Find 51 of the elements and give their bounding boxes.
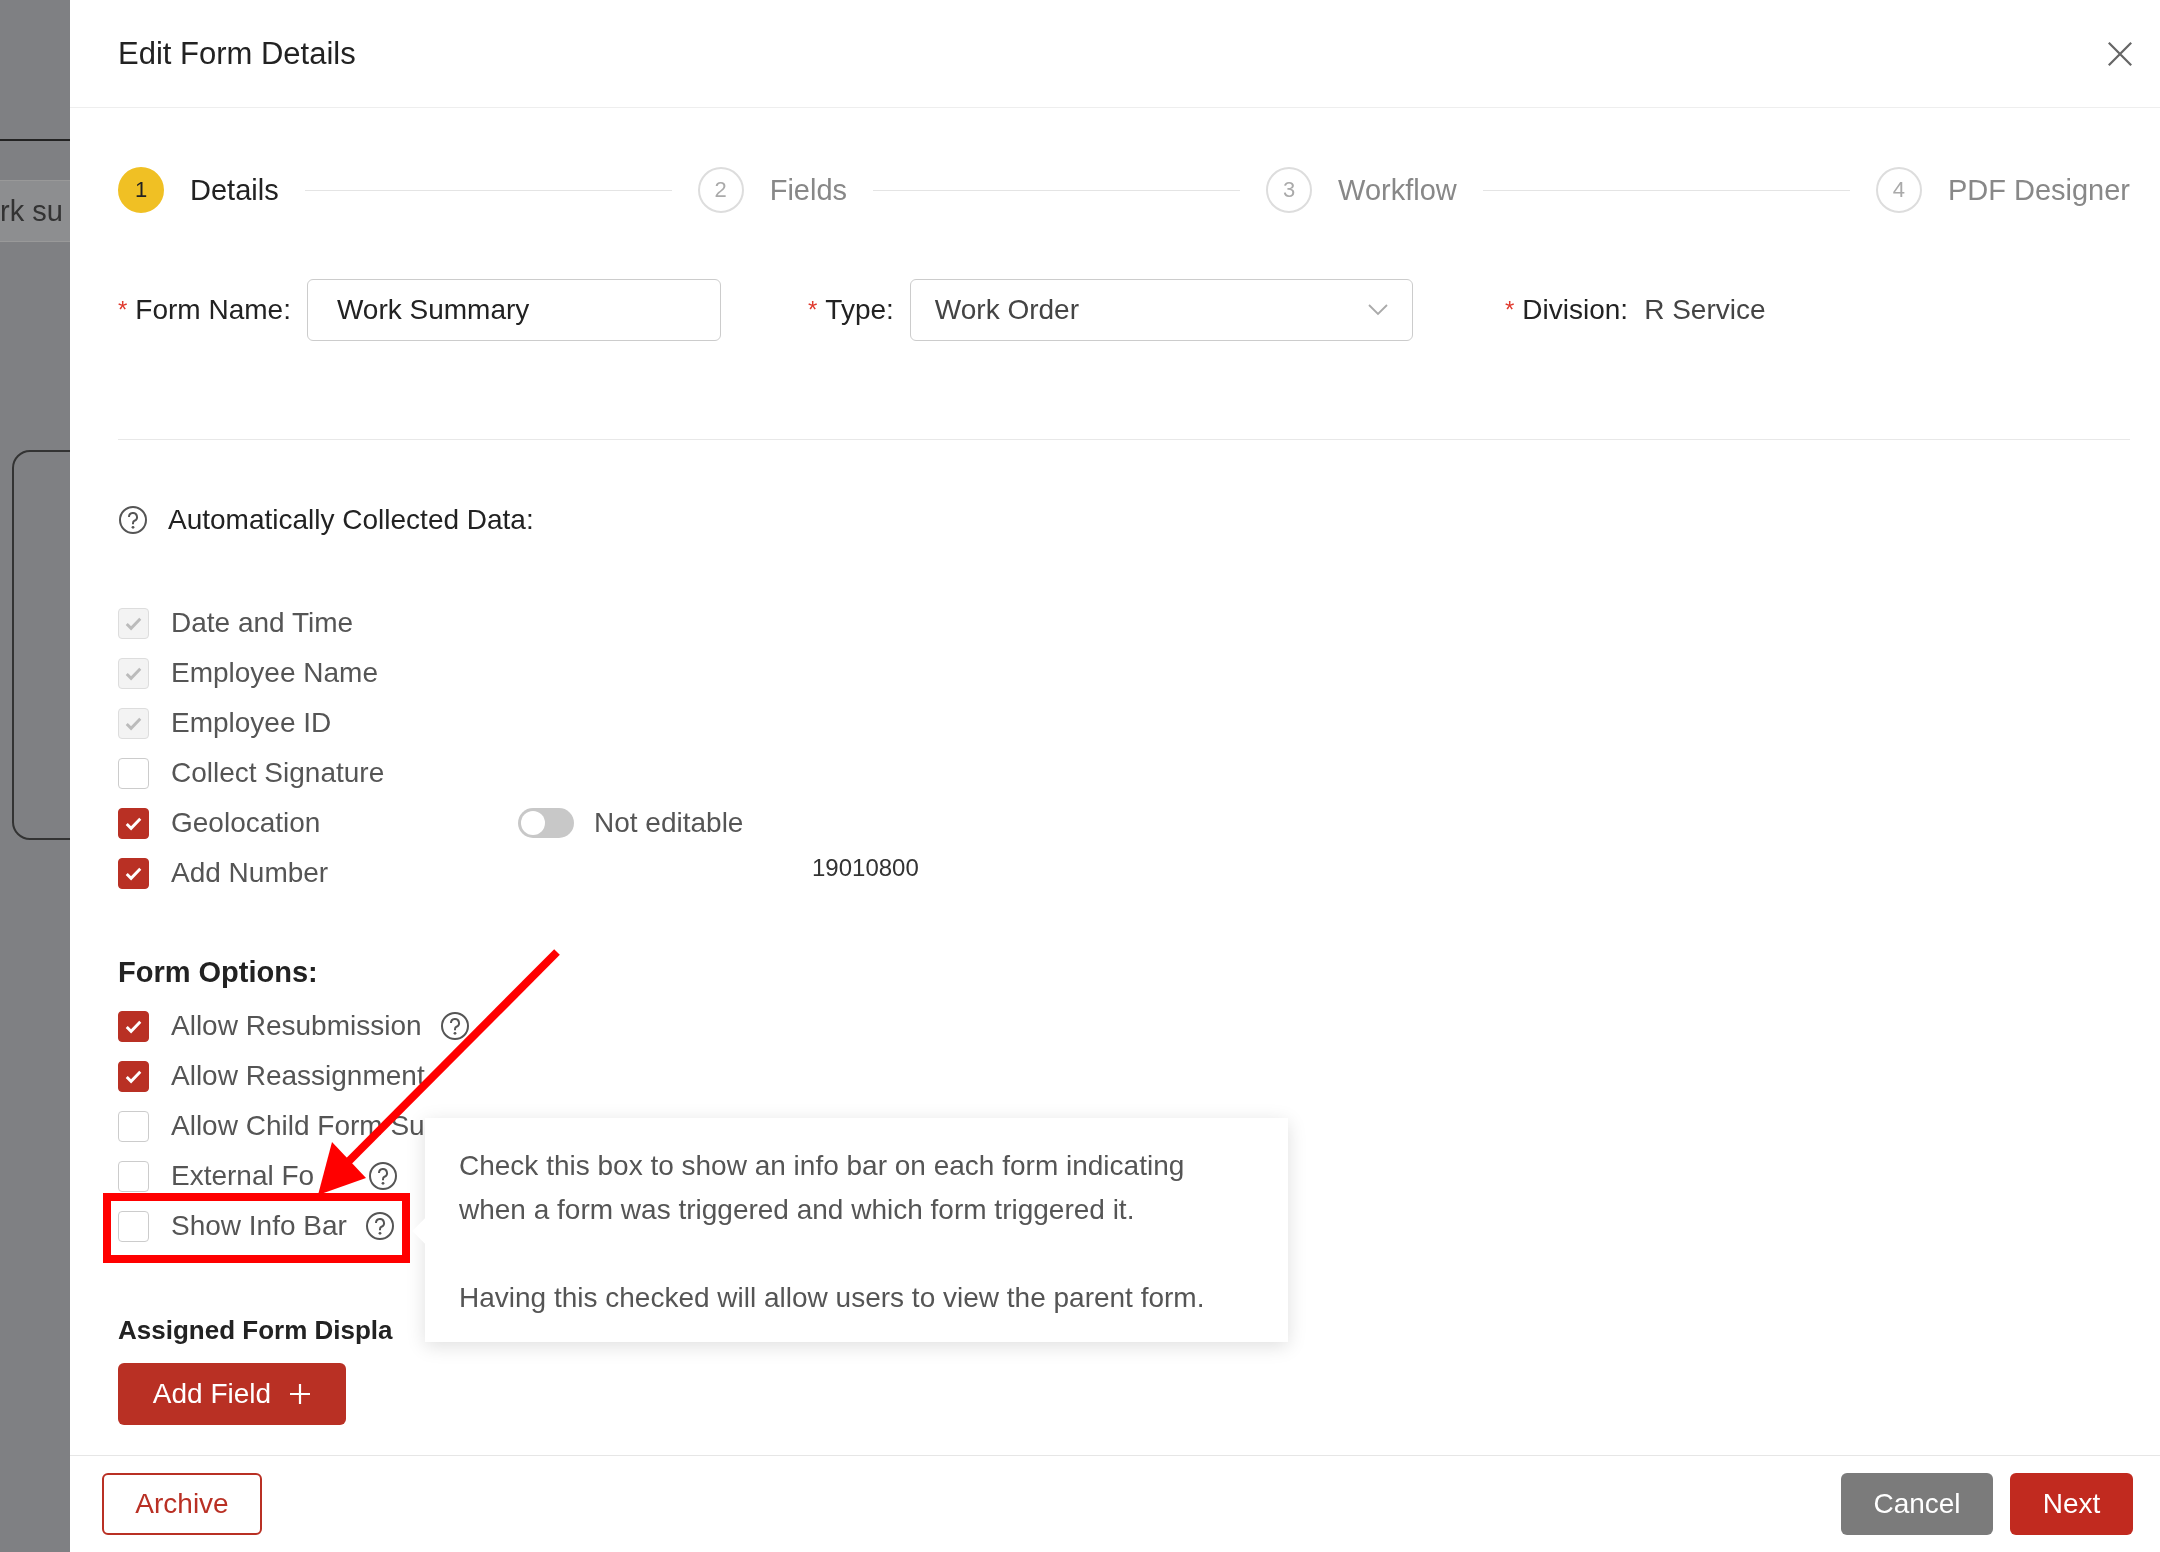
field-label: Type: [825,294,894,326]
checkbox-label: Date and Time [171,607,354,639]
step-number: 1 [118,167,164,213]
checkbox-label: Add Number [171,857,329,889]
archive-button[interactable]: Archive [102,1473,262,1535]
checkbox[interactable] [118,1010,149,1042]
checkbox-label: Allow Resubmission [171,1010,422,1042]
checkbox-label: Employee ID [171,707,332,739]
field-label: Division: [1522,294,1629,326]
help-icon[interactable] [118,505,148,535]
toggle-label: Not editable [594,807,744,839]
step-number: 4 [1875,167,1922,213]
close-icon[interactable] [2106,39,2134,68]
tooltip-text: Check this box to show an info bar on each form indicating when a form was triggered and which form triggered it. [459,1149,1186,1227]
tooltip-text: Having this checked will allow users to view the parent form. [459,1281,1206,1315]
toggle-switch[interactable] [518,808,574,838]
checkbox-label: Show Info Bar [171,1210,347,1242]
step-label[interactable]: Workflow [1338,173,1457,207]
plus-icon [289,1383,312,1405]
checkbox-label: Allow Reassignment [171,1060,425,1092]
chevron-down-icon [1367,304,1388,316]
section-heading: Form Options: [118,955,319,990]
checkbox[interactable] [118,1060,149,1092]
section-heading: Automatically Collected Data: [168,504,534,536]
section-heading: Assigned Form Displa [118,1314,393,1347]
checkbox-label: Collect Signature [171,757,385,789]
help-icon[interactable] [439,1011,470,1041]
checkbox-label: External Fo [171,1160,315,1192]
required-mark: * [118,296,128,324]
cancel-button[interactable]: Cancel [1841,1473,1993,1535]
checkbox[interactable] [118,857,149,889]
type-dropdown[interactable]: Work Order [909,279,1413,341]
required-mark: * [1505,296,1515,324]
step-label[interactable]: Details [190,173,279,207]
required-mark: * [808,296,818,324]
help-icon[interactable] [368,1161,399,1191]
field-label: Form Name: [135,294,291,326]
next-button[interactable]: Next [2010,1473,2133,1535]
division-value: R Service [1644,294,1766,326]
checkbox[interactable] [118,807,149,839]
help-icon[interactable] [364,1211,395,1241]
form-name-field[interactable]: Work Summary [306,279,721,341]
checkbox-label: Geolocation [171,807,321,839]
step-number: 3 [1266,167,1313,213]
step-label[interactable]: PDF Designer [1947,173,2130,207]
step-label[interactable]: Fields [769,173,848,207]
step-number: 2 [697,167,744,213]
number-value: 19010800 [812,854,919,882]
add-field-button[interactable]: Add Field [118,1363,346,1425]
dialog-title: Edit Form Details [118,35,356,72]
checkbox-label: Employee Name [171,657,378,689]
